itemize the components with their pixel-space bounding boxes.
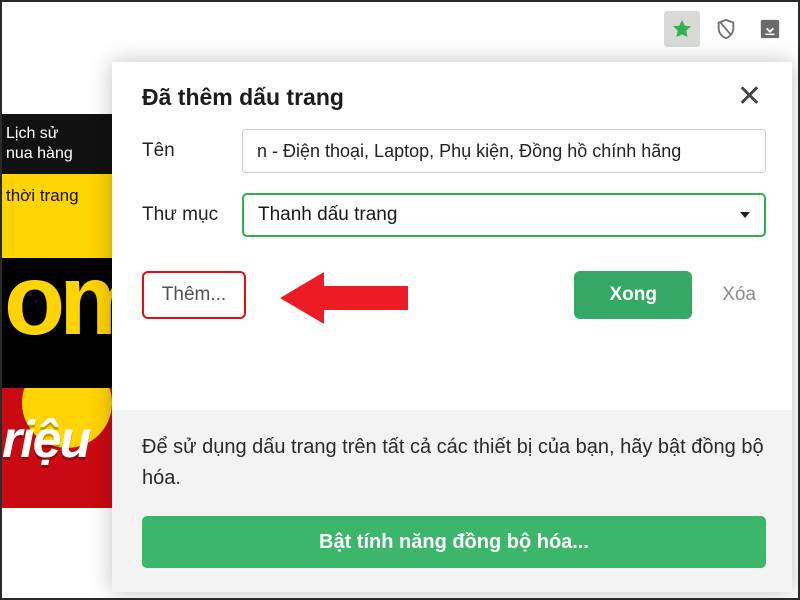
bookmark-name-input[interactable] (242, 129, 766, 173)
extensions-toolbar (2, 2, 798, 56)
popup-title: Đã thêm dấu trang (142, 84, 344, 111)
promo-logo (2, 258, 112, 388)
close-icon[interactable]: ✕ (733, 84, 766, 110)
delete-button[interactable]: Xóa (712, 271, 766, 319)
folder-label: Thư mục (142, 204, 226, 226)
bookmark-folder-select[interactable]: Thanh dấu trang (242, 193, 766, 237)
arrow-annotation (280, 266, 410, 330)
more-button[interactable]: Thêm... (142, 271, 246, 319)
history-tab[interactable]: Lịch sử nua hàng (2, 114, 112, 174)
shield-icon[interactable] (708, 11, 744, 47)
name-label: Tên (142, 140, 226, 162)
download-icon[interactable] (752, 11, 788, 47)
folder-select-value: Thanh dấu trang (258, 204, 397, 226)
sync-text: Để sử dụng dấu trang trên tất cả các thi… (142, 432, 766, 494)
promo-red (2, 388, 112, 508)
enable-sync-button[interactable]: Bật tính năng đồng bộ hóa... (142, 516, 766, 568)
bookmark-star-icon[interactable] (664, 11, 700, 47)
page-behind-popup: Lịch sử nua hàng thời trang (2, 56, 112, 598)
fashion-tab[interactable]: thời trang (2, 174, 112, 218)
done-button[interactable]: Xong (574, 271, 692, 319)
bookmark-added-popup: Đã thêm dấu trang ✕ Tên Thư mục Thanh dấ… (112, 62, 792, 592)
sync-section: Để sử dụng dấu trang trên tất cả các thi… (112, 410, 792, 592)
